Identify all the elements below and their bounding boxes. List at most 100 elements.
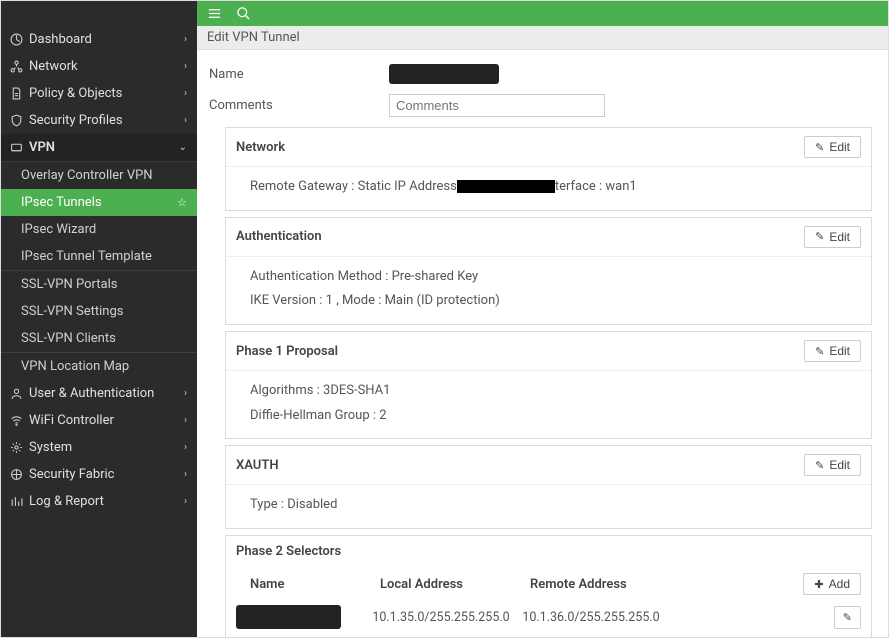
pencil-icon: ✎ (843, 611, 852, 624)
sub-label: IPsec Tunnel Template (21, 249, 152, 264)
sub-label: IPsec Tunnels (21, 195, 102, 210)
chevron-right-icon: › (184, 496, 187, 507)
sidebar-sub-ipsec-tunnels[interactable]: IPsec Tunnels ☆ (1, 189, 197, 216)
panel-phase2: Phase 2 Selectors Name Local Address Rem… (225, 535, 872, 637)
chevron-right-icon: › (184, 115, 187, 126)
panel-title: XAUTH (236, 458, 804, 473)
panel-xauth: XAUTH ✎ Edit Type : Disabled (225, 445, 872, 529)
sidebar-label: Dashboard (29, 32, 184, 47)
sub-label: IPsec Wizard (21, 222, 96, 237)
chevron-right-icon: › (184, 61, 187, 72)
auth-line: IKE Version : 1 , Mode : Main (ID protec… (250, 289, 861, 314)
sidebar-item-network[interactable]: Network › (1, 53, 197, 80)
sidebar-item-user-auth[interactable]: User & Authentication › (1, 380, 197, 407)
phase2-row: 10.1.35.0/255.255.255.0 10.1.36.0/255.25… (226, 599, 871, 637)
sidebar-item-policy[interactable]: Policy & Objects › (1, 80, 197, 107)
sidebar-vpn-submenu: Overlay Controller VPN IPsec Tunnels ☆ I… (1, 162, 197, 380)
search-icon[interactable] (236, 6, 251, 21)
text: terface : wan1 (555, 179, 637, 194)
network-summary: Remote Gateway : Static IP Address terfac… (250, 175, 861, 200)
sub-label: VPN Location Map (21, 359, 129, 374)
name-label: Name (209, 67, 389, 82)
edit-phase1-button[interactable]: ✎ Edit (804, 340, 861, 362)
edit-phase2-row-button[interactable]: ✎ (834, 606, 861, 629)
sidebar-label: Network (29, 59, 184, 74)
button-label: Edit (829, 230, 850, 244)
breadcrumb: Edit VPN Tunnel (197, 26, 888, 50)
favorite-star-icon[interactable]: ☆ (177, 196, 187, 209)
breadcrumb-text: Edit VPN Tunnel (207, 30, 300, 45)
button-label: Add (829, 577, 850, 591)
sidebar-label: User & Authentication (29, 386, 184, 401)
chevron-down-icon: ⌄ (179, 142, 187, 153)
policy-icon (9, 87, 23, 101)
sidebar-sub-sslvpn-clients[interactable]: SSL-VPN Clients (1, 325, 197, 352)
sub-label: SSL-VPN Clients (21, 331, 116, 346)
auth-line: Authentication Method : Pre-shared Key (250, 265, 861, 290)
add-phase2-button[interactable]: ✚ Add (803, 573, 861, 595)
panel-network: Network ✎ Edit Remote Gateway : Static I… (225, 127, 872, 211)
sidebar-sub-ipsec-wizard[interactable]: IPsec Wizard (1, 216, 197, 243)
col-remote: Remote Address (530, 577, 680, 592)
main: Edit VPN Tunnel Name Comments Network ✎ … (197, 1, 888, 637)
content-area: Name Comments Network ✎ Edit Remote Gate… (197, 50, 888, 637)
sidebar-item-security-fabric[interactable]: Security Fabric › (1, 461, 197, 488)
sidebar-sub-sslvpn-portals[interactable]: SSL-VPN Portals (1, 271, 197, 298)
sidebar-item-dashboard[interactable]: Dashboard › (1, 26, 197, 53)
edit-xauth-button[interactable]: ✎ Edit (804, 454, 861, 476)
phase2-local: 10.1.35.0/255.255.255.0 (366, 610, 516, 625)
sub-label: SSL-VPN Portals (21, 277, 117, 292)
sidebar-label: Policy & Objects (29, 86, 184, 101)
redacted-ip (457, 180, 555, 193)
chevron-right-icon: › (184, 469, 187, 480)
sidebar-item-system[interactable]: System › (1, 434, 197, 461)
sidebar-item-security-profiles[interactable]: Security Profiles › (1, 107, 197, 134)
sidebar-sub-vpn-location-map[interactable]: VPN Location Map (1, 353, 197, 380)
panel-header: Network ✎ Edit (226, 128, 871, 167)
panel-header: Authentication ✎ Edit (226, 218, 871, 257)
pencil-icon: ✎ (815, 345, 824, 358)
sidebar-sub-overlay-controller-vpn[interactable]: Overlay Controller VPN (1, 162, 197, 189)
comments-row: Comments (209, 94, 876, 117)
name-row: Name (209, 64, 876, 84)
sidebar-label: Log & Report (29, 494, 184, 509)
sub-label: Overlay Controller VPN (21, 168, 153, 183)
comments-input[interactable] (389, 94, 605, 117)
col-name: Name (250, 577, 380, 592)
phase2-name-redacted (236, 605, 341, 629)
pencil-icon: ✎ (815, 230, 824, 243)
pencil-icon: ✎ (815, 459, 824, 472)
sidebar: Dashboard › Network › Policy & Objects ›… (1, 1, 197, 637)
phase1-line: Diffie-Hellman Group : 2 (250, 404, 861, 429)
sidebar-label: Security Profiles (29, 113, 184, 128)
sidebar-sub-ipsec-tunnel-template[interactable]: IPsec Tunnel Template (1, 243, 197, 270)
sub-label: SSL-VPN Settings (21, 304, 123, 319)
xauth-line: Type : Disabled (250, 493, 861, 518)
dashboard-icon (9, 33, 23, 47)
vpn-icon (9, 141, 23, 155)
sidebar-label: VPN (29, 140, 179, 155)
network-icon (9, 60, 23, 74)
chevron-right-icon: › (184, 388, 187, 399)
wifi-icon (9, 414, 23, 428)
user-icon (9, 387, 23, 401)
sidebar-item-vpn[interactable]: VPN ⌄ (1, 134, 197, 162)
text: Remote Gateway : Static IP Address (250, 179, 457, 194)
phase2-remote: 10.1.36.0/255.255.255.0 (516, 610, 666, 625)
comments-label: Comments (209, 98, 389, 113)
chevron-right-icon: › (184, 442, 187, 453)
sidebar-item-wifi[interactable]: WiFi Controller › (1, 407, 197, 434)
chevron-right-icon: › (184, 34, 187, 45)
menu-toggle-icon[interactable] (207, 6, 222, 21)
edit-network-button[interactable]: ✎ Edit (804, 136, 861, 158)
panel-title: Network (236, 140, 804, 155)
edit-authentication-button[interactable]: ✎ Edit (804, 226, 861, 248)
panel-body: Algorithms : 3DES-SHA1 Diffie-Hellman Gr… (226, 371, 871, 438)
panel-body: Authentication Method : Pre-shared Key I… (226, 257, 871, 324)
sidebar-sub-sslvpn-settings[interactable]: SSL-VPN Settings (1, 298, 197, 325)
panel-header: XAUTH ✎ Edit (226, 446, 871, 485)
button-label: Edit (829, 458, 850, 472)
panel-phase1: Phase 1 Proposal ✎ Edit Algorithms : 3DE… (225, 331, 872, 439)
chevron-right-icon: › (184, 415, 187, 426)
sidebar-item-log-report[interactable]: Log & Report › (1, 488, 197, 515)
